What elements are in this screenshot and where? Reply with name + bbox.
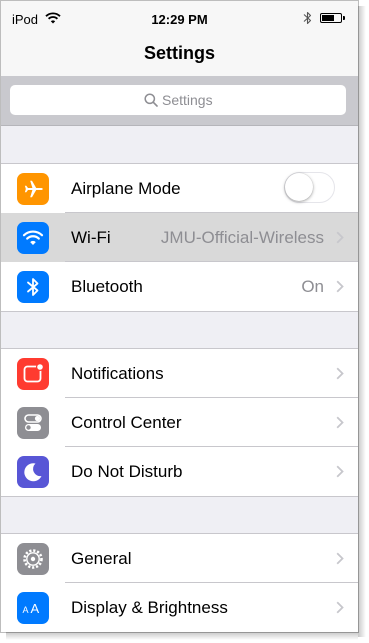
row-label-general: General (71, 549, 132, 568)
svg-text:A: A (31, 601, 40, 616)
chevron-right-icon (336, 552, 344, 565)
navigation-bar: Settings (1, 31, 358, 76)
settings-group-notifications: Notifications Control Center Do Not Dist… (1, 348, 358, 497)
row-notifications[interactable]: Notifications (1, 349, 358, 398)
wifi-network-value: JMU-Official-Wireless (160, 228, 324, 247)
notifications-icon (17, 358, 49, 390)
gear-icon (17, 543, 49, 575)
row-label-bluetooth: Bluetooth (71, 277, 143, 296)
wifi-icon (17, 222, 49, 254)
settings-group-general: General A A Display & Brightness (1, 533, 358, 632)
search-icon (144, 93, 158, 107)
row-display-brightness[interactable]: A A Display & Brightness (1, 583, 358, 632)
row-label-wifi: Wi-Fi (71, 228, 111, 247)
row-label-airplane-mode: Airplane Mode (71, 179, 181, 198)
bluetooth-status-value: On (301, 277, 324, 296)
chevron-right-icon (336, 416, 344, 429)
row-label-do-not-disturb: Do Not Disturb (71, 462, 183, 481)
bluetooth-icon (17, 271, 49, 303)
display-brightness-icon: A A (17, 592, 49, 624)
row-airplane-mode[interactable]: Airplane Mode (1, 164, 358, 213)
row-label-control-center: Control Center (71, 413, 182, 432)
row-wifi[interactable]: Wi-Fi JMU-Official-Wireless (1, 213, 358, 262)
row-bluetooth[interactable]: Bluetooth On (1, 262, 358, 311)
chevron-right-icon (336, 367, 344, 380)
row-general[interactable]: General (1, 534, 358, 583)
toggle-knob (285, 173, 313, 201)
settings-screen: iPod 12:29 PM Settings Settings Airplane… (0, 0, 359, 633)
bluetooth-status-icon (303, 11, 312, 25)
page-title: Settings (143, 43, 215, 63)
status-bar: iPod 12:29 PM (1, 1, 358, 31)
airplane-mode-toggle[interactable] (284, 172, 335, 203)
airplane-icon (17, 173, 49, 205)
control-center-icon (17, 407, 49, 439)
row-label-display-brightness: Display & Brightness (71, 598, 228, 617)
chevron-right-icon (336, 465, 344, 478)
chevron-right-icon (336, 280, 344, 293)
row-control-center[interactable]: Control Center (1, 398, 358, 447)
chevron-right-icon (336, 601, 344, 614)
moon-icon (17, 456, 49, 488)
chevron-right-icon (336, 231, 344, 244)
row-do-not-disturb[interactable]: Do Not Disturb (1, 447, 358, 496)
settings-group-connectivity: Airplane Mode Wi-Fi JMU-Official-Wireles… (1, 163, 358, 312)
battery-icon (320, 13, 345, 23)
svg-text:A: A (23, 605, 29, 615)
search-area (1, 76, 358, 126)
search-field[interactable] (10, 85, 346, 115)
row-label-notifications: Notifications (71, 364, 164, 383)
search-input[interactable] (162, 90, 292, 110)
